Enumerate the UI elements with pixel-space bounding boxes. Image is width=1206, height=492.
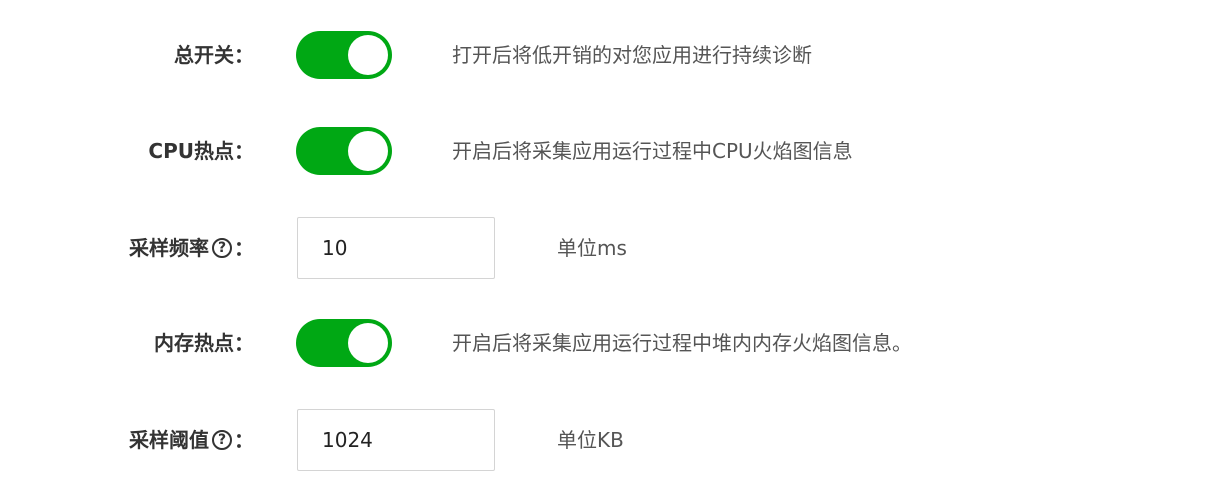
- master-switch-label: 总开关：: [174, 43, 254, 67]
- label-colon: ：: [234, 428, 254, 452]
- toggle-knob: [348, 35, 388, 75]
- cpu-hotspot-description: 开启后将采集应用运行过程中CPU火焰图信息: [452, 139, 853, 163]
- sampling-frequency-label-text: 采样频率: [129, 236, 209, 260]
- master-switch-toggle[interactable]: [296, 31, 392, 79]
- label-colon: ：: [234, 236, 254, 260]
- sampling-threshold-label: 采样阈值 ? ：: [129, 409, 254, 471]
- cpu-hotspot-label: CPU热点：: [148, 139, 254, 163]
- sampling-threshold-label-text: 采样阈值: [129, 428, 209, 452]
- sampling-frequency-unit: 单位ms: [557, 236, 627, 260]
- master-switch-description: 打开后将低开销的对您应用进行持续诊断: [452, 43, 812, 67]
- cpu-hotspot-toggle[interactable]: [296, 127, 392, 175]
- question-circle-icon[interactable]: ?: [212, 430, 232, 450]
- sampling-threshold-input[interactable]: [297, 409, 495, 471]
- memory-hotspot-description: 开启后将采集应用运行过程中堆内内存火焰图信息。: [452, 331, 912, 355]
- sampling-threshold-unit: 单位KB: [557, 428, 624, 452]
- toggle-knob: [348, 323, 388, 363]
- sampling-frequency-label: 采样频率 ? ：: [129, 217, 254, 279]
- question-circle-icon[interactable]: ?: [212, 238, 232, 258]
- sampling-frequency-input[interactable]: [297, 217, 495, 279]
- toggle-knob: [348, 131, 388, 171]
- memory-hotspot-label: 内存热点：: [154, 331, 254, 355]
- memory-hotspot-toggle[interactable]: [296, 319, 392, 367]
